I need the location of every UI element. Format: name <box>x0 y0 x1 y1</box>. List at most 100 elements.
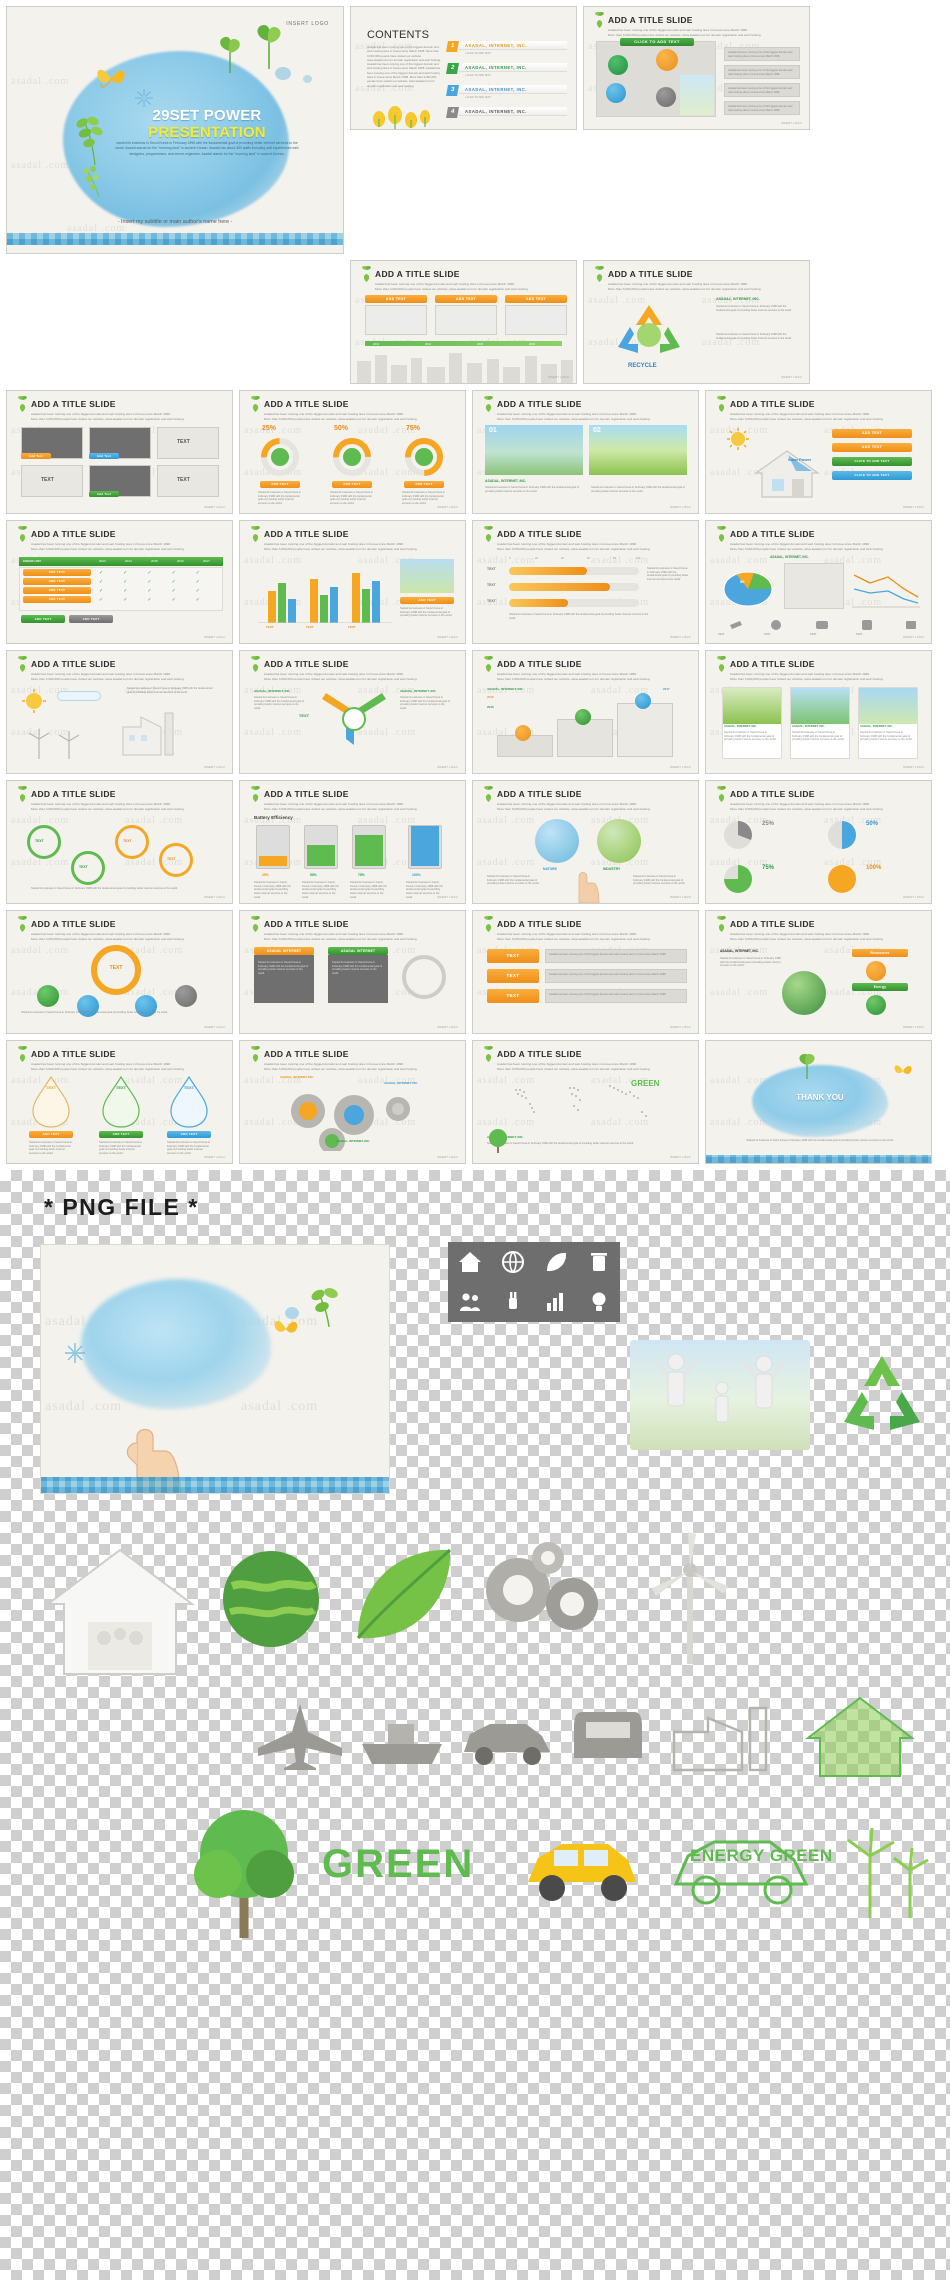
slide-s03[interactable]: asadal .comasadal .com asadal .comasadal… <box>583 6 810 130</box>
footer-chip[interactable]: ADD TEXT <box>69 615 113 623</box>
slide-s04[interactable]: asadal .comasadal .com asadal .comasadal… <box>350 260 577 384</box>
add-text-chip[interactable]: ADD TEXT <box>332 481 372 488</box>
tag[interactable]: Add Text <box>21 453 51 459</box>
card[interactable] <box>722 687 782 759</box>
slide-s06[interactable]: asadal .comasadal .comasadal .comasadal … <box>6 390 233 514</box>
footer-chip[interactable]: ADD TEXT <box>21 615 65 623</box>
slide-s18[interactable]: asadal .com asadal .com asadal .com asadal … <box>6 780 233 904</box>
add-text-chip[interactable]: ADD TEXT <box>435 295 497 303</box>
list-item[interactable]: 3 ASADAL, INTERNET, INC. • CLICK TO ADD … <box>446 85 567 99</box>
slide-s12[interactable]: asadal .comasadal .comasadal .comasadal … <box>472 520 699 644</box>
bulb-icon[interactable] <box>577 1282 620 1322</box>
trash-icon[interactable] <box>577 1242 620 1282</box>
table-row[interactable]: ADD TEXT <box>23 587 91 594</box>
icon-bubble[interactable] <box>37 985 59 1007</box>
chart-icon[interactable] <box>534 1282 577 1322</box>
slide-s19[interactable]: asadal .comasadal .comasadal .comasadal … <box>239 780 466 904</box>
slide-s26[interactable]: asadal .comasadal .comasadal .comasadal … <box>6 1040 233 1164</box>
cycle-node[interactable] <box>27 825 61 859</box>
arrow-chip[interactable]: CLICK TO ADD TEXT <box>832 471 912 480</box>
slide-s05[interactable]: asadal .com asadal .com asadal .com asadal… <box>583 260 810 384</box>
step-bubble[interactable] <box>575 709 591 725</box>
globe-icon[interactable] <box>491 1242 534 1282</box>
slide-s29[interactable]: asadal .comasadal .comasadal .comasadal … <box>705 1040 932 1164</box>
add-text-chip[interactable]: ADD TEXT <box>167 1131 211 1138</box>
add-text-chip[interactable]: ADD TEXT <box>404 481 444 488</box>
list-item[interactable]: 2 ASADAL, INTERNET, INC. • CLICK TO ADD … <box>446 63 567 77</box>
step-bubble[interactable] <box>635 693 651 709</box>
bubble-orange[interactable] <box>656 49 678 71</box>
cycle-node[interactable] <box>71 851 105 885</box>
slide-s13[interactable]: asadal .comasadal .comasadal .comasadal … <box>705 520 932 644</box>
slide-contents[interactable]: asadal .comasadal .com asadal .comasadal… <box>350 6 577 130</box>
step-bubble[interactable] <box>515 725 531 741</box>
slide-row-5: asadal .comasadal .comasadal .comasadal … <box>6 650 944 774</box>
add-text-chip[interactable]: ADD TEXT <box>505 295 567 303</box>
slide-s08[interactable]: asadal .comasadal .comasadal .comasadal … <box>472 390 699 514</box>
slide-s16[interactable]: asadal .comasadal .comasadal .comasadal … <box>472 650 699 774</box>
globe-bubble[interactable] <box>535 819 579 863</box>
sprout-icon <box>257 24 281 69</box>
slide-s09[interactable]: asadal .comasadal .comasadal .comasadal … <box>705 390 932 514</box>
slide-s21[interactable]: asadal .com asadal .com asadal .com asadal … <box>705 780 932 904</box>
slide-s10[interactable]: asadal .comasadal .comasadal .comasadal … <box>6 520 233 644</box>
slide-s22[interactable]: asadal .comasadal .comasadal .comasadal … <box>6 910 233 1034</box>
body-text: Started its business in Seoul Korea in F… <box>31 887 178 890</box>
table-row[interactable]: ADD TEXT <box>23 578 91 585</box>
plug-icon[interactable] <box>491 1282 534 1322</box>
arrow-chip[interactable]: CLICK TO ADD TEXT <box>832 457 912 466</box>
add-text-chip[interactable]: ADD TEXT <box>365 295 427 303</box>
tag[interactable]: Add Text <box>89 491 119 497</box>
bubble-blue[interactable] <box>606 83 626 103</box>
card-header[interactable]: ASADAL INTERNET <box>328 947 388 955</box>
card-header[interactable]: ASADAL INTERNET <box>254 947 314 955</box>
slide-s25[interactable]: asadal .comasadal .comasadal .comasadal … <box>705 910 932 1034</box>
list-item[interactable]: 4 ASADAL, INTERNET, INC. <box>446 107 567 118</box>
page-title: ADD A TITLE SLIDE <box>375 269 460 279</box>
people-icon[interactable] <box>448 1282 491 1322</box>
tag-chip[interactable]: Energy <box>852 983 908 991</box>
add-text-chip[interactable]: ADD TEXT <box>29 1131 73 1138</box>
arrow-chip[interactable]: ADD TEXT <box>832 429 912 438</box>
slide-s20[interactable]: asadal .com asadal .com asadal .com asadal … <box>472 780 699 904</box>
card-image <box>791 688 849 724</box>
leaf-icon[interactable] <box>534 1242 577 1282</box>
slide-s07[interactable]: asadal .com asadal .com asadal .com asadal … <box>239 390 466 514</box>
click-to-add-text-banner[interactable]: CLICK TO ADD TEXT <box>620 38 694 46</box>
text-chip[interactable]: TEXT <box>487 989 539 1003</box>
leaf-icon <box>484 916 493 932</box>
tag-chip[interactable]: Resources <box>852 949 908 957</box>
slide-s28[interactable]: asadal .com asadal .com asadal .com asadal … <box>472 1040 699 1164</box>
legend-text: TEXT <box>718 633 725 636</box>
tag[interactable]: Add Text <box>89 453 119 459</box>
text-chip[interactable]: TEXT <box>487 949 539 963</box>
slide-s23[interactable]: asadal .comasadal .comasadal .comasadal … <box>239 910 466 1034</box>
center-ring[interactable] <box>402 955 446 999</box>
bubble-gray[interactable] <box>656 87 676 107</box>
house-icon[interactable] <box>448 1242 491 1282</box>
cycle-node[interactable] <box>115 825 149 859</box>
arrow-chip[interactable]: ADD TEXT <box>832 443 912 452</box>
globe-bubble[interactable] <box>597 819 641 863</box>
slide-s24[interactable]: asadal .comasadal .comasadal .comasadal … <box>472 910 699 1034</box>
icon-bubble[interactable] <box>175 985 197 1007</box>
slide-title[interactable]: asadal .comasadal .com asadal .comasadal… <box>6 6 344 254</box>
slide-s15[interactable]: asadal .com asadal .com asadal .com asadal … <box>239 650 466 774</box>
add-text-chip[interactable]: ADD TEXT <box>400 597 454 604</box>
table-row[interactable]: ADD TEXT <box>23 569 91 576</box>
cycle-node[interactable] <box>159 843 193 877</box>
text-chip[interactable]: TEXT <box>487 969 539 983</box>
slide-s17[interactable]: asadal .comasadal .comasadal .comasadal … <box>705 650 932 774</box>
bubble[interactable] <box>866 995 886 1015</box>
add-text-chip[interactable]: ADD TEXT <box>99 1131 143 1138</box>
card[interactable] <box>858 687 918 759</box>
add-text-chip[interactable]: ADD TEXT <box>260 481 300 488</box>
slide-s11[interactable]: asadal .comasadal .comasadal .comasadal … <box>239 520 466 644</box>
slide-s14[interactable]: asadal .comasadal .comasadal .comasadal … <box>6 650 233 774</box>
bubble-green[interactable] <box>608 55 628 75</box>
bubble[interactable] <box>866 961 886 981</box>
table-row[interactable]: ADD TEXT <box>23 596 91 603</box>
list-item[interactable]: 1 ASADAL, INTERNET, INC. • CLICK TO ADD … <box>446 41 567 55</box>
slide-s27[interactable]: asadal .com asadal .com asadal .com asadal … <box>239 1040 466 1164</box>
card[interactable] <box>790 687 850 759</box>
